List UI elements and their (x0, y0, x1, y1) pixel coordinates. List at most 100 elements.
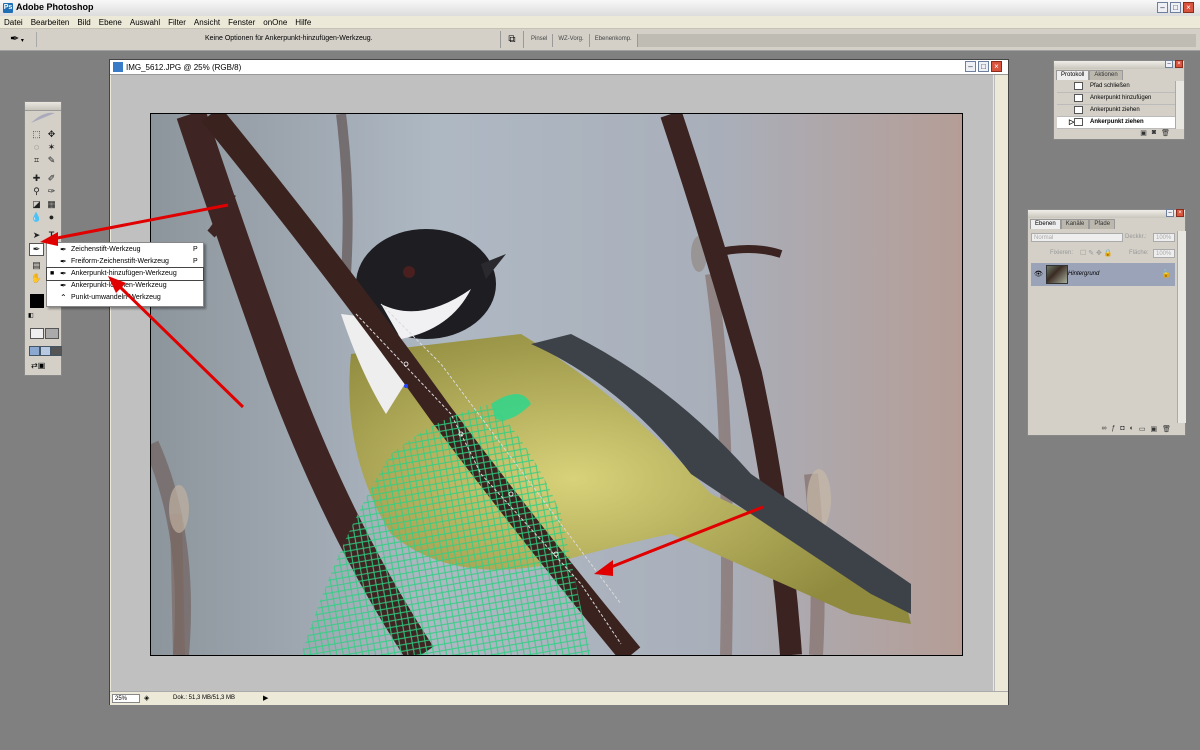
document-window: IMG_5612.JPG @ 25% (RGB/8) – □ × 25% ◈ D… (109, 59, 1009, 705)
marquee-tool-icon[interactable]: ⬚ (30, 129, 43, 140)
close-icon[interactable]: × (1183, 2, 1194, 13)
doc-close-icon[interactable]: × (991, 61, 1002, 72)
adjustment-layer-icon[interactable]: ◐ (1130, 425, 1134, 435)
notes-tool-icon[interactable]: ▤ (30, 260, 43, 271)
foreground-color-swatch[interactable] (30, 294, 44, 308)
layer-style-icon[interactable]: ƒ (1111, 425, 1115, 435)
quick-mask-mode-icon[interactable] (45, 328, 59, 339)
status-menu-arrow-icon[interactable]: ▶ (263, 694, 268, 702)
menu-auswahl[interactable]: Auswahl (126, 18, 164, 27)
new-document-from-state-icon[interactable]: ▣ (1140, 129, 1147, 139)
zoom-field[interactable]: 25% (112, 694, 140, 703)
screen-mode-full-icon[interactable] (51, 346, 62, 356)
history-brush-tool-icon[interactable]: ✑ (45, 186, 58, 197)
pen-tool-icon[interactable]: ✒ (29, 243, 44, 256)
flyout-item-add-anchor[interactable]: ■ ✒ Ankerpunkt-hinzufügen-Werkzeug (46, 267, 204, 281)
dodge-tool-icon[interactable]: ● (45, 212, 58, 223)
history-scrollbar[interactable] (1175, 81, 1184, 129)
tab-aktionen[interactable]: Aktionen (1089, 70, 1123, 80)
layers-scrollbar[interactable] (1177, 231, 1186, 423)
blend-mode-select[interactable]: Normal (1031, 233, 1123, 242)
menu-onone[interactable]: onOne (259, 18, 291, 27)
history-item[interactable]: Ankerpunkt ziehen (1057, 105, 1175, 117)
menu-datei[interactable]: Datei (0, 18, 27, 27)
opacity-field[interactable]: 100% (1153, 233, 1175, 242)
screen-mode-menu-icon[interactable] (40, 346, 51, 356)
flyout-item-convert-point[interactable]: ⌃ Punkt-umwandeln-Werkzeug (47, 292, 203, 304)
standard-mode-icon[interactable] (30, 328, 44, 339)
lock-icon: 🔒 (1161, 269, 1171, 278)
imageready-jump-icon[interactable]: ⇄▣ (31, 361, 57, 371)
default-colors-icon[interactable]: ◧ (28, 312, 34, 319)
menu-bearbeiten[interactable]: Bearbeiten (27, 18, 74, 27)
history-state-icon (1074, 106, 1083, 114)
freeform-pen-icon: ✒ (60, 257, 67, 266)
fill-field[interactable]: 100% (1153, 249, 1175, 258)
blur-tool-icon[interactable]: 💧 (30, 212, 43, 223)
doc-maximize-icon[interactable]: □ (978, 61, 989, 72)
menu-ebene[interactable]: Ebene (95, 18, 126, 27)
flyout-item-pen[interactable]: ✒ Zeichenstift-Werkzeug P (47, 244, 203, 256)
flyout-item-delete-anchor[interactable]: ✒ Ankerpunkt-löschen-Werkzeug (47, 280, 203, 292)
tab-kanaele[interactable]: Kanäle (1060, 219, 1090, 229)
menu-filter[interactable]: Filter (164, 18, 190, 27)
well-tab-wz-vorg[interactable]: WZ-Vorg. (553, 34, 590, 47)
magic-wand-tool-icon[interactable]: ✶ (45, 142, 58, 153)
panel-close-icon[interactable]: × (1176, 209, 1184, 217)
layers-panel-grip[interactable]: – × (1028, 209, 1185, 218)
slice-tool-icon[interactable]: ✎ (45, 155, 58, 166)
move-tool-icon[interactable]: ✥ (45, 129, 58, 140)
delete-state-icon[interactable]: 🗑 (1161, 129, 1170, 139)
panel-minimize-icon[interactable]: – (1166, 209, 1174, 217)
link-layers-icon[interactable]: ∞ (1101, 425, 1106, 435)
eraser-tool-icon[interactable]: ◪ (30, 199, 43, 210)
tab-pfade[interactable]: Pfade (1089, 219, 1116, 229)
document-title-bar[interactable]: IMG_5612.JPG @ 25% (RGB/8) – □ × (110, 60, 1008, 75)
menu-bild[interactable]: Bild (73, 18, 94, 27)
maximize-icon[interactable]: □ (1170, 2, 1181, 13)
layer-mask-icon[interactable]: ◘ (1120, 425, 1124, 435)
history-panel-grip[interactable]: – × (1054, 60, 1184, 69)
type-tool-icon[interactable]: T (45, 230, 58, 241)
palette-well-toggle-icon[interactable]: ⧉ (500, 31, 524, 48)
tab-protokoll[interactable]: Protokoll (1056, 70, 1090, 80)
layer-row[interactable]: 👁 Hintergrund 🔒 (1031, 263, 1175, 286)
new-layer-icon[interactable]: ▣ (1150, 425, 1157, 435)
screen-mode-standard-icon[interactable] (29, 346, 40, 356)
well-tab-pinsel[interactable]: Pinsel (526, 34, 554, 47)
menu-hilfe[interactable]: Hilfe (291, 18, 315, 27)
minimize-icon[interactable]: – (1157, 2, 1168, 13)
brush-tool-icon[interactable]: ✐ (45, 173, 58, 184)
tool-preset-picker[interactable]: ✒ ▾ (10, 32, 37, 47)
lasso-tool-icon[interactable]: ◌ (30, 142, 43, 153)
eye-icon[interactable]: 👁 (1034, 270, 1043, 278)
history-item[interactable]: Ankerpunkt hinzufügen (1057, 93, 1175, 105)
well-tab-ebenenkomp[interactable]: Ebenenkomp. (589, 34, 638, 47)
crop-tool-icon[interactable]: ⌗ (30, 155, 43, 166)
feather-logo-icon[interactable] (29, 111, 57, 125)
clone-stamp-tool-icon[interactable]: ⚲ (30, 186, 43, 197)
doc-minimize-icon[interactable]: – (965, 61, 976, 72)
healing-brush-tool-icon[interactable]: ✚ (30, 173, 43, 184)
new-snapshot-icon[interactable]: ◙ (1152, 129, 1156, 139)
toolbox-grip[interactable] (25, 102, 61, 111)
vertical-scrollbar[interactable] (994, 75, 1008, 691)
hand-tool-icon[interactable]: ✋ (30, 273, 43, 284)
photo-canvas[interactable] (150, 113, 963, 656)
gradient-tool-icon[interactable]: ▦ (45, 199, 58, 210)
tab-ebenen[interactable]: Ebenen (1030, 219, 1061, 229)
history-item[interactable]: Pfad schließen (1057, 81, 1175, 93)
menu-ansicht[interactable]: Ansicht (190, 18, 224, 27)
flyout-item-freeform-pen[interactable]: ✒ Freiform-Zeichenstift-Werkzeug P (47, 256, 203, 268)
panel-close-icon[interactable]: × (1175, 60, 1183, 68)
path-selection-tool-icon[interactable]: ➤ (30, 230, 43, 241)
lock-icons[interactable]: ☐ ✎ ✥ 🔒 (1080, 249, 1113, 257)
status-icon[interactable]: ◈ (144, 694, 149, 702)
menu-fenster[interactable]: Fenster (224, 18, 259, 27)
history-item-current[interactable]: ▷ Ankerpunkt ziehen (1057, 117, 1175, 129)
new-group-icon[interactable]: ▭ (1139, 425, 1146, 435)
delete-layer-icon[interactable]: 🗑 (1162, 425, 1171, 435)
panel-minimize-icon[interactable]: – (1165, 60, 1173, 68)
canvas-area[interactable] (111, 75, 993, 691)
menu-bar: Datei Bearbeiten Bild Ebene Auswahl Filt… (0, 16, 1200, 29)
